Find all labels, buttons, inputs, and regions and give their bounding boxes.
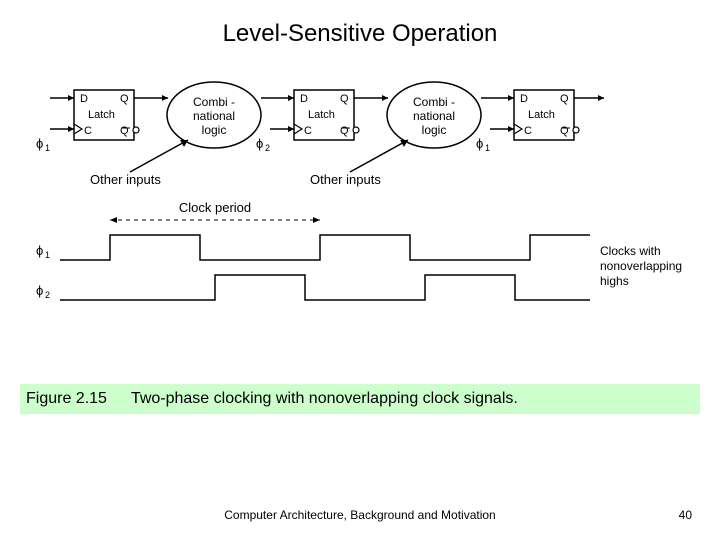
footer-text: Computer Architecture, Background and Mo… xyxy=(0,508,720,522)
latch2-q: Q xyxy=(340,93,349,105)
phi2-label-latch2: ϕ xyxy=(256,136,263,151)
figure-caption-text: Two-phase clocking with nonoverlapping c… xyxy=(131,390,518,408)
phi1-label-latch1: ϕ xyxy=(36,136,43,151)
diagram-svg: D Q Latch C Q ϕ 1 xyxy=(30,80,690,360)
latch3-c: C xyxy=(524,125,532,137)
latch3-d: D xyxy=(520,93,528,105)
latch2-c: C xyxy=(304,125,312,137)
figure-number: Figure 2.15 xyxy=(20,390,131,408)
clocks-note: Clocks with nonoverlapping highs xyxy=(600,244,682,288)
latch2-qbar: Q xyxy=(340,125,349,137)
phi2-sub-latch2: 2 xyxy=(265,143,270,153)
latch2-d: D xyxy=(300,93,308,105)
latch3-q: Q xyxy=(560,93,569,105)
latch-qbar-label: Q xyxy=(120,125,129,137)
phi2-wave-sub: 2 xyxy=(45,290,50,300)
phi2-waveform: ϕ 2 xyxy=(36,275,590,300)
combinational-logic-2: Combi - national logic xyxy=(387,82,481,148)
latch-name: Latch xyxy=(88,109,115,121)
latch-d-label: D xyxy=(80,93,88,105)
latch3-name: Latch xyxy=(528,109,555,121)
slide-title: Level-Sensitive Operation xyxy=(0,20,720,48)
phi1-label-latch3: ϕ xyxy=(476,136,483,151)
clocks-note-l3: highs xyxy=(600,274,629,288)
combi1-l3: logic xyxy=(202,123,227,137)
slide: Level-Sensitive Operation D Q Latch C Q xyxy=(0,0,720,540)
phi2-wave-label: ϕ xyxy=(36,283,43,298)
latch-2: D Q Latch C Q xyxy=(294,90,359,140)
page-number: 40 xyxy=(679,508,692,522)
clocks-note-l1: Clocks with xyxy=(600,244,661,258)
clocks-note-l2: nonoverlapping xyxy=(600,259,682,273)
combi2-l2: national xyxy=(413,109,455,123)
figure-caption-bar: Figure 2.15 Two-phase clocking with nono… xyxy=(20,384,700,414)
phi1-wave-sub: 1 xyxy=(45,250,50,260)
phi1-sub-latch1: 1 xyxy=(45,143,50,153)
combi1-l2: national xyxy=(193,109,235,123)
latch2-name: Latch xyxy=(308,109,335,121)
latch-q-label: Q xyxy=(120,93,129,105)
latch-c-label: C xyxy=(84,125,92,137)
latch-1: D Q Latch C Q xyxy=(74,90,139,140)
clock-period-marker: Clock period xyxy=(110,200,320,223)
phi1-wave-label: ϕ xyxy=(36,243,43,258)
combinational-logic-1: Combi - national logic xyxy=(167,82,261,148)
clock-period-label: Clock period xyxy=(179,200,251,215)
phi1-waveform: ϕ 1 xyxy=(36,235,590,260)
phi1-sub-latch3: 1 xyxy=(485,143,490,153)
other-inputs-1: Other inputs xyxy=(90,172,161,187)
latch3-qbar: Q xyxy=(560,125,569,137)
combi1-l1: Combi - xyxy=(193,95,235,109)
latch-3: D Q Latch C Q xyxy=(514,90,579,140)
combi2-l3: logic xyxy=(422,123,447,137)
combi2-l1: Combi - xyxy=(413,95,455,109)
diagram: D Q Latch C Q ϕ 1 xyxy=(30,80,690,360)
other-inputs-2: Other inputs xyxy=(310,172,381,187)
